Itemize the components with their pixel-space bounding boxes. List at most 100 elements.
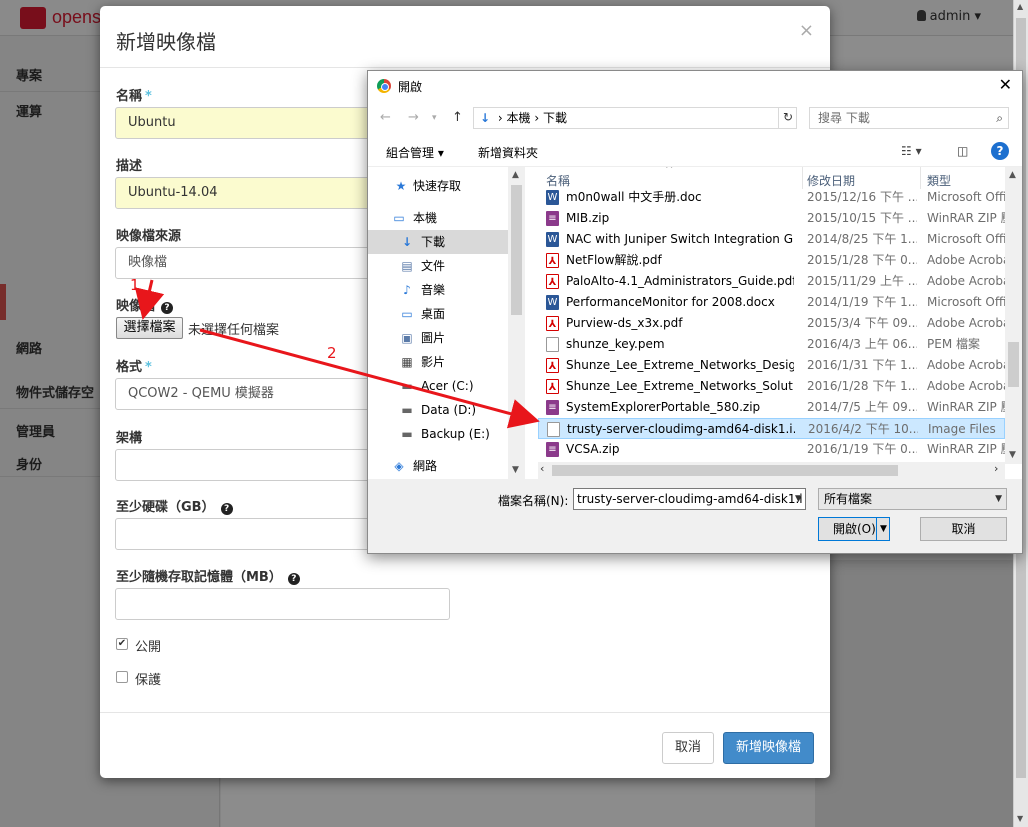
file-row[interactable]: ⅄ Shunze_Lee_Extreme_Networks_Soluti... 20… [538,376,1005,397]
nav-item-network[interactable]: ◈ 網路 [368,454,508,478]
scroll-down-arrow-icon[interactable]: ▼ [1009,450,1016,460]
help-icon[interactable]: ? [287,573,300,585]
nav-item-quick-access[interactable]: ★ 快速存取 [368,174,508,198]
chevron-down-icon[interactable]: ▼ [876,518,890,540]
file-name: NetFlow解說.pdf [566,253,662,267]
refresh-icon[interactable]: ↻ [778,107,797,129]
organize-button[interactable]: 組合管理 ▾ [386,144,444,161]
name-label: 名稱 * [116,85,152,104]
dialog-close-button[interactable]: ✕ [999,75,1012,94]
breadcrumb-this-pc[interactable]: 本機 [507,111,531,125]
scroll-right-arrow-icon[interactable]: › [994,462,998,475]
nav-item-drive-d[interactable]: ▬ Data (D:) [368,398,508,422]
scroll-up-arrow-icon[interactable]: ▲ [512,170,519,180]
file-row[interactable]: ≡ SystemExplorerPortable_580.zip 2014/7/5 … [538,397,1005,418]
help-icon[interactable]: ? [220,503,233,515]
help-icon[interactable]: ? [991,142,1009,160]
file-type-select[interactable]: 所有檔案 ▼ [818,488,1007,510]
description-label: 描述 [116,159,143,174]
downloads-icon: ↓ [401,235,413,249]
file-list-hscrollbar[interactable]: ‹ › [538,462,1005,479]
file-type: Image Files [928,422,996,436]
scroll-down-arrow-icon[interactable]: ▼ [512,465,519,475]
vscroll-thumb[interactable] [1008,342,1019,387]
scroll-down-arrow-icon[interactable]: ▼ [1017,814,1023,823]
nav-pane-scrollbar[interactable]: ▲ ▼ [508,167,525,479]
breadcrumb-sep: › [497,111,507,125]
image-file-label: 映像檔? [116,295,174,314]
file-name: m0n0wall 中文手册.doc [566,190,702,204]
file-type: Microsoft Offic [927,232,1005,246]
nav-item-drive-e[interactable]: ▬ Backup (E:) [368,422,508,446]
min-disk-label-text: 至少硬碟（GB） [116,500,215,515]
modal-close-button[interactable]: × [799,20,814,41]
hscroll-thumb[interactable] [552,465,898,476]
nav-item-drive-c[interactable]: ▬ Acer (C:) [368,374,508,398]
nav-item-label: 快速存取 [413,179,462,193]
chevron-down-icon[interactable]: ▼ [791,488,806,510]
new-folder-button[interactable]: 新增資料夾 [478,144,538,161]
public-label: 公開 [135,640,162,655]
file-name: SystemExplorerPortable_580.zip [566,400,761,414]
file-row[interactable]: ≡ VCSA.zip 2016/1/19 下午 0... WinRAR ZIP 壓 [538,439,1005,460]
preview-pane-icon[interactable]: ◫ [957,144,968,158]
scroll-up-arrow-icon[interactable]: ▲ [1009,170,1016,180]
file-row[interactable]: ⅄ PaloAlto-4.1_Administrators_Guide.pdf 20… [538,271,1005,292]
file-row[interactable]: ⅄ Shunze_Lee_Extreme_Networks_Desig... 201… [538,355,1005,376]
protected-checkbox[interactable] [116,671,128,683]
file-row[interactable]: W PerformanceMonitor for 2008.docx 2014/1/… [538,292,1005,313]
filename-input[interactable]: trusty-server-cloudimg-amd64-disk1.i [573,488,806,510]
downloads-icon: ↓ [480,111,491,125]
column-separator[interactable] [802,167,803,189]
file-row-selected[interactable]: trusty-server-cloudimg-amd64-disk1.i... 2… [538,418,1005,439]
create-image-button[interactable]: 新增映像檔 [723,732,814,764]
nav-item-desktop[interactable]: ▭ 桌面 [368,302,508,326]
help-icon[interactable]: ? [161,302,174,314]
file-row[interactable]: shunze_key.pem 2016/4/3 上午 06... PEM 檔案 [538,334,1005,355]
file-row[interactable]: ⅄ NetFlow解說.pdf 2015/1/28 下午 0... Adobe Acr… [538,250,1005,271]
nav-item-documents[interactable]: ▤ 文件 [368,254,508,278]
nav-item-this-pc[interactable]: ▭ 本機 [368,206,508,230]
up-arrow-icon[interactable]: ↑ [452,110,463,125]
file-list-vscrollbar[interactable]: ▲ ▼ [1005,167,1022,464]
open-button[interactable]: 開啟(O) ▼ [818,517,890,541]
nav-item-music[interactable]: ♪ 音樂 [368,278,508,302]
file-date: 2015/12/16 下午 ... [807,190,917,204]
min-ram-input[interactable] [115,588,450,620]
file-type: Adobe Acroba [927,358,1005,372]
scroll-up-arrow-icon[interactable]: ▲ [1017,2,1023,11]
choose-file-button[interactable]: 選擇檔案 [116,317,183,339]
column-separator[interactable] [920,167,921,189]
network-icon: ◈ [394,459,404,473]
nav-item-label: 影片 [421,355,446,369]
nav-item-pictures[interactable]: ▣ 圖片 [368,326,508,350]
file-row[interactable]: Wm0n0wall 中文手册.doc 2015/12/16 下午 ... Micro… [538,187,1005,208]
zip-file-icon: ≡ [546,442,559,457]
search-input[interactable]: 搜尋 下載 ⌕ [809,107,1009,129]
format-label: 格式 * [116,356,152,375]
scroll-left-arrow-icon[interactable]: ‹ [540,462,544,475]
view-options-icon[interactable]: ☷ ▾ [901,144,922,158]
nav-item-videos[interactable]: ▦ 影片 [368,350,508,374]
nav-item-downloads[interactable]: ↓ 下載 [368,230,508,254]
address-row: ← → ▾ ↑ ↓ › 本機 › 下載 ↻ 搜尋 下載 ⌕ [368,105,1022,133]
cancel-button[interactable]: 取消 [662,732,714,764]
file-row[interactable]: ⅄ Purview-ds_x3x.pdf 2015/3/4 下午 09... Adob… [538,313,1005,334]
breadcrumb-downloads[interactable]: 下載 [543,111,567,125]
file-type: PEM 檔案 [927,337,980,351]
dialog-cancel-button[interactable]: 取消 [920,517,1007,541]
public-checkbox[interactable]: ✔ [116,638,128,650]
file-type: WinRAR ZIP 壓 [927,442,1005,456]
file-name: PerformanceMonitor for 2008.docx [566,295,775,309]
back-arrow-icon[interactable]: ← [380,110,391,125]
file-name: trusty-server-cloudimg-amd64-disk1.i... [567,422,795,436]
file-row[interactable]: W NAC with Juniper Switch Integration G..… [538,229,1005,250]
architecture-label: 架構 [116,431,143,446]
pdf-file-icon: ⅄ [546,274,559,289]
file-date: 2016/1/31 下午 1... [807,358,917,372]
forward-arrow-icon[interactable]: → [408,110,419,125]
nav-scroll-thumb[interactable] [511,185,522,315]
recent-locations-icon[interactable]: ▾ [432,113,437,123]
address-bar[interactable]: ↓ › 本機 › 下載 [473,107,797,129]
file-row[interactable]: ≡ MIB.zip 2015/10/15 下午 ... WinRAR ZIP 壓 [538,208,1005,229]
